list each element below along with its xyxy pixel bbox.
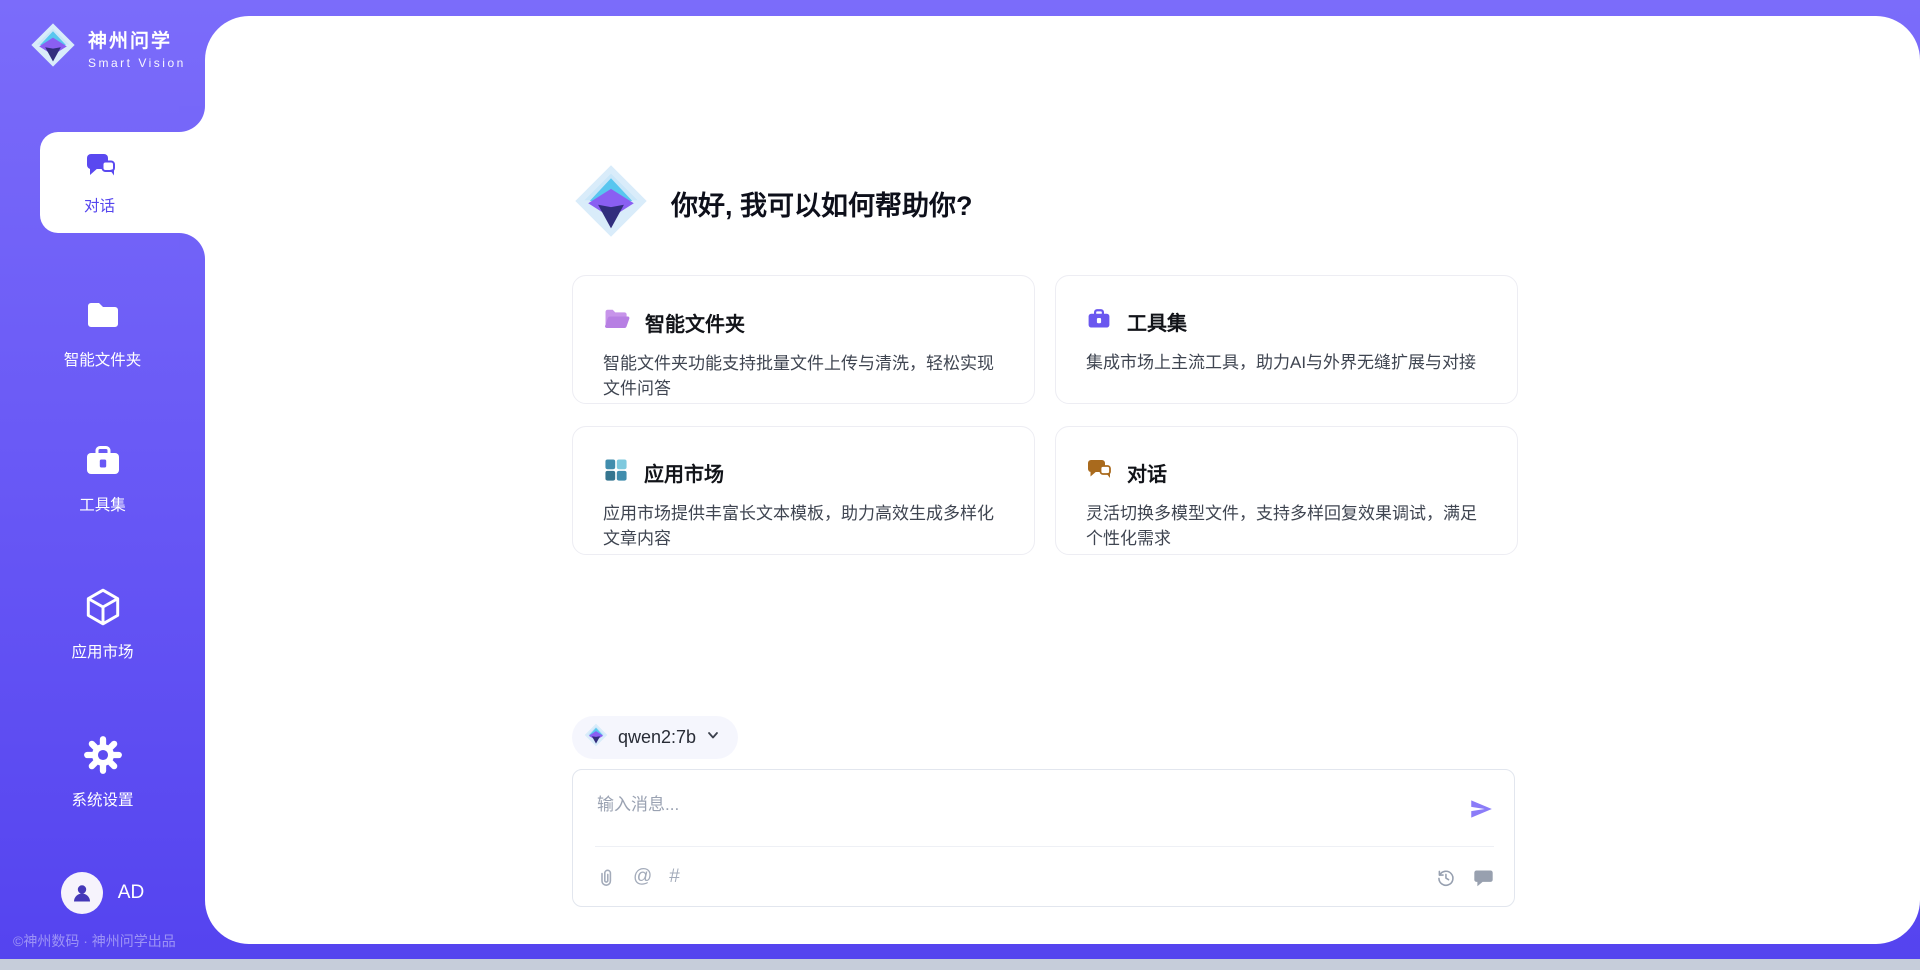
brand-subtitle: Smart Vision [88, 56, 186, 70]
copyright-text: ©神州数码 · 神州问学出品 [13, 931, 176, 951]
card-smart-folders[interactable]: 智能文件夹 智能文件夹功能支持批量文件上传与清洗，轻松实现文件问答 [572, 275, 1035, 404]
sidebar-item-label: 工具集 [79, 493, 126, 515]
card-title: 智能文件夹 [645, 308, 745, 337]
cube-icon [82, 586, 124, 633]
horizontal-scrollbar[interactable] [0, 959, 1920, 970]
main-content: 你好, 我可以如何帮助你? 智能文件夹 智能文件夹功能支持批量文件上传与清洗，轻… [205, 16, 1920, 944]
toolbox-icon [83, 441, 123, 486]
sidebar-item-label: 对话 [84, 194, 115, 216]
card-description: 应用市场提供丰富长文本模板，助力高效生成多样化文章内容 [603, 501, 1008, 551]
app-grid-icon [603, 457, 629, 488]
attachment-icon[interactable] [595, 867, 616, 888]
sidebar-item-tools[interactable]: 工具集 [0, 441, 205, 515]
feature-cards: 智能文件夹 智能文件夹功能支持批量文件上传与清洗，轻松实现文件问答 工具集 集 [572, 275, 1518, 555]
avatar [61, 872, 103, 914]
send-icon[interactable] [1468, 796, 1494, 822]
sidebar-item-folders[interactable]: 智能文件夹 [0, 296, 205, 370]
sidebar-item-label: 系统设置 [71, 788, 133, 810]
card-title: 工具集 [1127, 307, 1187, 336]
card-title: 应用市场 [644, 458, 724, 487]
active-tab-curve-bottom [179, 233, 205, 259]
card-description: 灵活切换多模型文件，支持多样回复效果调试，满足个性化需求 [1086, 501, 1491, 551]
card-toolset[interactable]: 工具集 集成市场上主流工具，助力AI与外界无缝扩展与对接 [1055, 275, 1518, 404]
chat-bubbles-icon [1086, 457, 1112, 488]
app-window: 神州问学 Smart Vision 对话 [0, 0, 1920, 970]
model-selector[interactable]: qwen2:7b [572, 716, 738, 759]
sidebar-item-chat[interactable]: 对话 [40, 132, 205, 233]
user-initials: AD [118, 882, 144, 904]
folder-icon [83, 296, 123, 341]
composer-divider [595, 846, 1494, 847]
chevron-down-icon [706, 728, 720, 747]
open-folder-icon [603, 306, 630, 338]
history-icon[interactable] [1435, 867, 1456, 888]
card-description: 智能文件夹功能支持批量文件上传与清洗，轻松实现文件问答 [603, 351, 1008, 401]
greeting-gem-icon [573, 163, 649, 244]
user-profile[interactable]: AD [0, 872, 205, 914]
toolbox-icon [1086, 306, 1112, 337]
composer-toolbar: @ # [595, 862, 1494, 892]
greeting: 你好, 我可以如何帮助你? [573, 163, 973, 244]
card-description: 集成市场上主流工具，助力AI与外界无缝扩展与对接 [1086, 350, 1491, 375]
brand-gem-icon [30, 22, 76, 73]
brand-name: 神州问学 [88, 26, 186, 53]
message-composer: @ # [572, 769, 1515, 907]
active-tab-curve-top [179, 106, 205, 132]
chat-bubble-icon[interactable] [1473, 867, 1494, 888]
mention-icon[interactable]: @ [633, 867, 652, 887]
model-gem-icon [584, 723, 608, 752]
sidebar: 神州问学 Smart Vision 对话 [0, 0, 205, 970]
brand-logo: 神州问学 Smart Vision [30, 22, 186, 73]
card-app-market[interactable]: 应用市场 应用市场提供丰富长文本模板，助力高效生成多样化文章内容 [572, 426, 1035, 555]
sidebar-item-label: 应用市场 [71, 640, 133, 662]
sidebar-item-settings[interactable]: 系统设置 [0, 734, 205, 810]
chat-bubbles-icon [83, 149, 117, 188]
model-name: qwen2:7b [618, 727, 696, 748]
sidebar-item-label: 智能文件夹 [64, 348, 142, 370]
gear-icon [82, 734, 124, 781]
hashtag-icon[interactable]: # [669, 867, 680, 887]
card-chat[interactable]: 对话 灵活切换多模型文件，支持多样回复效果调试，满足个性化需求 [1055, 426, 1518, 555]
card-title: 对话 [1127, 458, 1167, 487]
message-input[interactable] [597, 790, 1437, 820]
sidebar-item-market[interactable]: 应用市场 [0, 586, 205, 662]
greeting-text: 你好, 我可以如何帮助你? [671, 184, 973, 223]
